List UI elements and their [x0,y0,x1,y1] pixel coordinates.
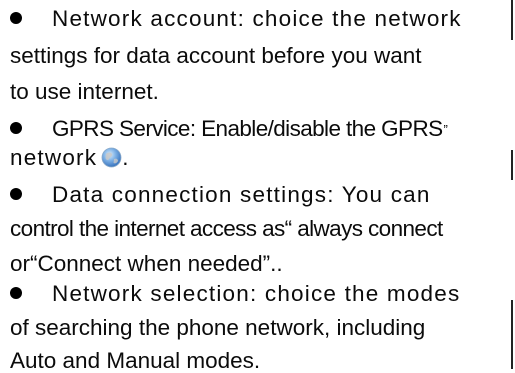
item-text: of searching the phone network, includin… [10,315,426,340]
bullet-icon [10,188,22,201]
item-network-selection-line-1: Network selection: choice the modes [10,281,461,306]
bullet-icon [10,287,22,300]
edge-mark [511,300,513,369]
item-network-account-line-3: to use internet. [10,79,159,104]
item-text: GPRS Service: Enable/disable the GPRS [52,116,443,141]
item-text: Network selection: choice the modes [52,281,461,306]
item-data-connection-line-2: control the internet access as“ always c… [10,216,443,241]
item-network-account-line-2: settings for data account before you wan… [10,43,422,68]
item-network-account-line-1: Network account: choice the network [10,6,462,31]
item-text: settings for data account before you wan… [10,43,422,68]
document-page: Network account: choice the network sett… [0,0,515,372]
item-data-connection-line-3: or“Connect when needed”.. [10,251,283,276]
item-text: or“Connect when needed”.. [10,251,283,276]
item-text-end: . [122,145,130,170]
item-gprs-service-line-1: GPRS Service: Enable/disable the GPRS” [10,116,448,141]
item-network-selection-line-3: Auto and Manual modes. [10,348,261,373]
item-text: to use internet. [10,79,159,104]
item-text: Network account: choice the network [52,6,462,31]
bullet-icon [10,122,22,135]
item-gprs-service-line-2: network . [10,145,130,170]
item-network-selection-line-2: of searching the phone network, includin… [10,315,426,340]
item-data-connection-line-1: Data connection settings: You can [10,182,431,207]
item-text: network [10,145,98,170]
item-text: Data connection settings: You can [52,182,431,207]
edge-mark [511,150,513,180]
bullet-icon [10,12,22,25]
trailing-quote-mark: ” [443,122,448,137]
item-text: control the internet access as“ always c… [10,216,443,241]
edge-mark [511,0,513,40]
globe-icon [101,147,122,168]
item-text: Auto and Manual modes. [10,348,261,373]
